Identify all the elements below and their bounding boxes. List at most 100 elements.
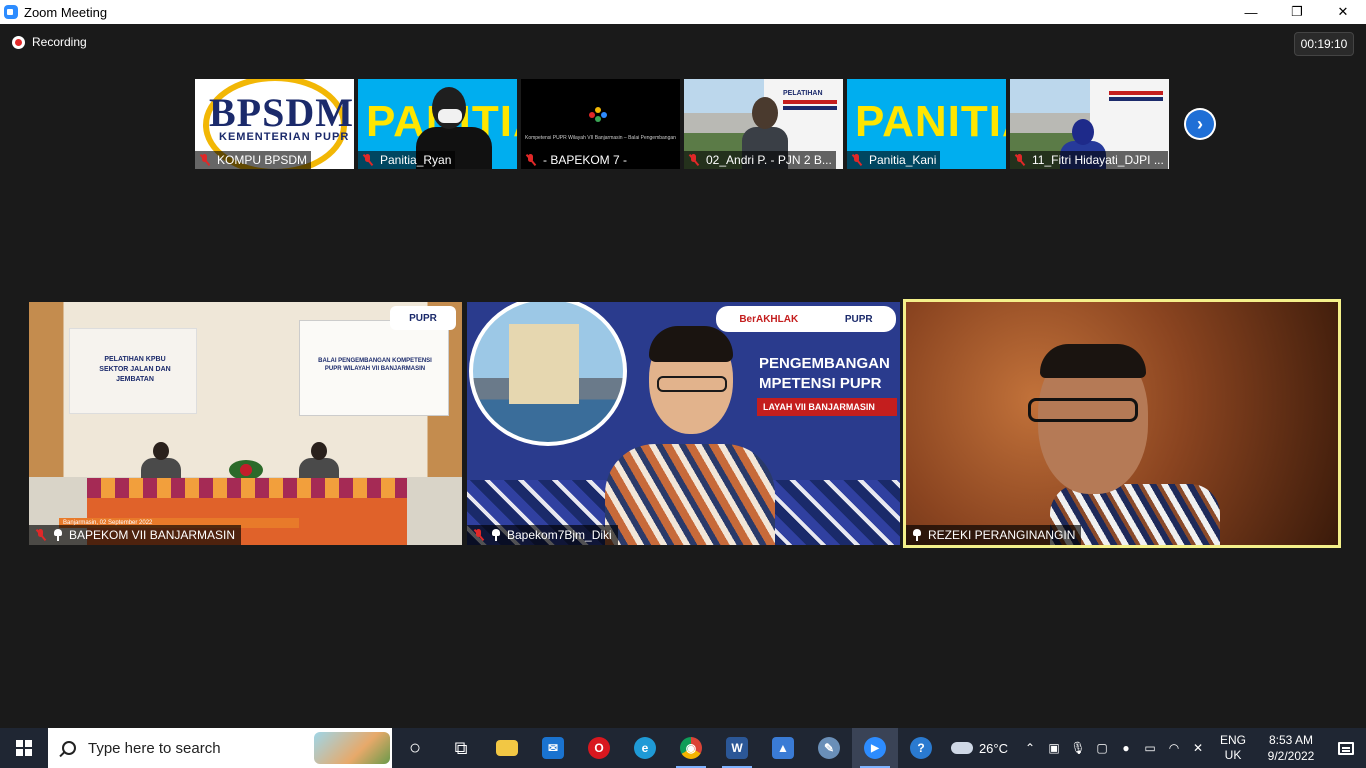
virtual-background-panel bbox=[1109, 89, 1163, 103]
participant-video-person bbox=[998, 344, 1220, 545]
pupr-logo-badge: PUPR bbox=[390, 306, 456, 330]
recording-label: Recording bbox=[32, 35, 87, 49]
thumbnail-strip: BPSDM KEMENTERIAN PUPR KOMPU BPSDM PANIT… bbox=[195, 79, 1169, 169]
start-button[interactable] bbox=[0, 728, 48, 768]
notification-button[interactable] bbox=[1326, 728, 1366, 768]
cortana-icon: ○ bbox=[408, 736, 422, 759]
mic-muted-icon bbox=[688, 154, 700, 166]
search-input[interactable] bbox=[88, 739, 288, 757]
participant-name-bar: BAPEKOM VII BANJARMASIN bbox=[29, 525, 242, 545]
antivirus-icon[interactable]: ● bbox=[1114, 728, 1138, 768]
pin-icon bbox=[53, 529, 63, 541]
participant-thumbnail[interactable]: PANITIA Panitia_Ryan bbox=[358, 79, 517, 169]
participant-thumbnail[interactable]: Kompetensi PUPR Wilayah VII Banjarmasin … bbox=[521, 79, 680, 169]
region-tag: LAYAH VII BANJARMASIN bbox=[757, 398, 897, 416]
screen-capture-icon[interactable]: ▢ bbox=[1090, 728, 1114, 768]
microphone-icon[interactable]: 🎙 bbox=[1066, 728, 1090, 768]
participant-name: 02_Andri P. - PJN 2 B... bbox=[706, 153, 832, 167]
bpsdm-mini-logo-icon bbox=[589, 107, 613, 123]
wifi-icon[interactable]: ◠ bbox=[1162, 728, 1186, 768]
chevron-up-icon[interactable]: ⌃ bbox=[1018, 728, 1042, 768]
edge-button[interactable]: e bbox=[622, 728, 668, 768]
active-speaker-tile[interactable]: REZEKI PERANGINANGIN bbox=[903, 299, 1341, 548]
word-button[interactable]: W bbox=[714, 728, 760, 768]
windows-taskbar: ○ ⧉ ✉ O e ◉ W ▲ ✎ ▶ ? 26°C ⌃ ▣ 🎙 ▢ ● ▭ ◠… bbox=[0, 728, 1366, 768]
mic-muted-icon bbox=[362, 154, 374, 166]
edge-icon: e bbox=[634, 737, 656, 759]
paint-button[interactable]: ✎ bbox=[806, 728, 852, 768]
file-explorer-button[interactable] bbox=[484, 728, 530, 768]
opera-icon: O bbox=[588, 737, 610, 759]
minimize-button[interactable]: — bbox=[1228, 0, 1274, 24]
close-button[interactable]: ✕ bbox=[1320, 0, 1366, 24]
projection-screen-text: BALAI PENGEMBANGAN KOMPETENSI PUPR WILAY… bbox=[318, 358, 432, 372]
photos-button[interactable]: ▲ bbox=[760, 728, 806, 768]
language-code: ENG bbox=[1219, 733, 1246, 747]
opera-button[interactable]: O bbox=[576, 728, 622, 768]
zoom-button[interactable]: ▶ bbox=[852, 728, 898, 768]
task-view-button[interactable]: ⧉ bbox=[438, 728, 484, 768]
cloud-icon bbox=[950, 742, 973, 754]
background-title-line1: PENGEMBANGAN bbox=[759, 355, 890, 372]
participant-thumbnail[interactable]: BPSDM KEMENTERIAN PUPR KOMPU BPSDM bbox=[195, 79, 354, 169]
event-banner: PELATIHAN KPBU SEKTOR JALAN DAN JEMBATAN bbox=[69, 328, 197, 414]
battery-icon[interactable]: ▭ bbox=[1138, 728, 1162, 768]
camera-icon[interactable]: ▣ bbox=[1042, 728, 1066, 768]
window-title: Zoom Meeting bbox=[24, 4, 108, 20]
recording-indicator[interactable]: Recording bbox=[12, 35, 87, 49]
chrome-button[interactable]: ◉ bbox=[668, 728, 714, 768]
clock-time: 8:53 AM bbox=[1268, 733, 1314, 747]
mic-muted-icon bbox=[851, 154, 863, 166]
participant-name: KOMPU BPSDM bbox=[217, 153, 308, 167]
system-tray: 26°C ⌃ ▣ 🎙 ▢ ● ▭ ◠ ✕ ENG UK 8:53 AM 9/2/… bbox=[950, 728, 1366, 768]
pin-icon bbox=[491, 529, 501, 541]
chevron-right-icon: › bbox=[1186, 110, 1214, 138]
participant-name-bar: Panitia_Kani bbox=[847, 151, 941, 169]
volume-muted-icon[interactable]: ✕ bbox=[1186, 728, 1210, 768]
help-button[interactable]: ? bbox=[898, 728, 944, 768]
task-view-icon: ⧉ bbox=[454, 737, 468, 758]
title-bar: Zoom Meeting — ❐ ✕ bbox=[0, 0, 1366, 24]
cortana-button[interactable]: ○ bbox=[392, 728, 438, 768]
participant-name: - BAPEKOM 7 - bbox=[543, 153, 628, 167]
meeting-timer: 00:19:10 bbox=[1294, 32, 1354, 56]
video-tile[interactable]: BerAKHLAK PUPR PENGEMBANGAN MPETENSI PUP… bbox=[467, 302, 900, 545]
weather-widget[interactable]: 26°C bbox=[950, 741, 1008, 756]
event-banner-text: PELATIHAN KPBU SEKTOR JALAN DAN JEMBATAN bbox=[99, 356, 171, 383]
mail-button[interactable]: ✉ bbox=[530, 728, 576, 768]
help-icon: ? bbox=[910, 737, 932, 759]
participant-name-bar: KOMPU BPSDM bbox=[195, 151, 312, 169]
participant-thumbnail[interactable]: PELATIHAN 02_Andri P. - PJN 2 B... bbox=[684, 79, 843, 169]
bpsdm-logo-subtitle: KEMENTERIAN PUPR bbox=[219, 131, 350, 143]
mail-icon: ✉ bbox=[542, 737, 564, 759]
photos-icon: ▲ bbox=[772, 737, 794, 759]
clock-date: 9/2/2022 bbox=[1267, 749, 1315, 763]
taskbar-clock[interactable]: 8:53 AM 9/2/2022 bbox=[1256, 732, 1326, 764]
participant-name: Bapekom7Bjm_Diki bbox=[507, 528, 612, 542]
participant-name-bar: 11_Fitri Hidayati_DJPI ... bbox=[1010, 151, 1168, 169]
panel-title: PELATIHAN bbox=[783, 90, 823, 97]
chrome-icon: ◉ bbox=[680, 737, 702, 759]
panitia-banner: PANITIA bbox=[855, 97, 1006, 146]
next-page-button[interactable]: › bbox=[1184, 108, 1216, 140]
keyboard-layout: UK bbox=[1224, 748, 1242, 762]
restore-button[interactable]: ❐ bbox=[1274, 0, 1320, 24]
participant-name: REZEKI PERANGINANGIN bbox=[928, 528, 1076, 542]
participant-video-person bbox=[605, 326, 775, 545]
participant-thumbnail[interactable]: 11_Fitri Hidayati_DJPI ... bbox=[1010, 79, 1169, 169]
mic-muted-icon bbox=[473, 529, 485, 541]
participant-thumbnail[interactable]: PANITIA Panitia_Kani bbox=[847, 79, 1006, 169]
participant-name-bar: Panitia_Ryan bbox=[358, 151, 456, 169]
participant-name: 11_Fitri Hidayati_DJPI ... bbox=[1032, 153, 1164, 167]
berakhlak-logo: BerAKHLAK bbox=[739, 313, 799, 325]
participant-name: BAPEKOM VII BANJARMASIN bbox=[69, 528, 236, 542]
pin-icon bbox=[912, 529, 922, 541]
language-indicator[interactable]: ENG UK bbox=[1216, 733, 1250, 763]
taskbar-search[interactable] bbox=[48, 728, 392, 768]
mic-muted-icon bbox=[525, 154, 537, 166]
paint-icon: ✎ bbox=[818, 737, 840, 759]
video-tile[interactable]: PELATIHAN KPBU SEKTOR JALAN DAN JEMBATAN… bbox=[29, 302, 462, 545]
tower-photo-circle bbox=[469, 302, 627, 446]
mic-muted-icon bbox=[199, 154, 211, 166]
background-title: PENGEMBANGAN MPETENSI PUPR bbox=[759, 354, 890, 394]
